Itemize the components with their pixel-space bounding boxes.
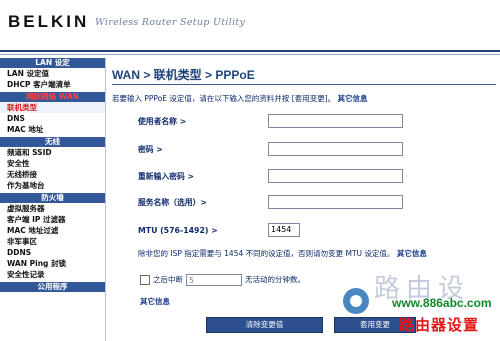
sidebar-item-lan-settings[interactable]: LAN 设定值 [0, 68, 105, 79]
idle-minutes-input[interactable]: 5 [186, 273, 242, 286]
mtu-note-text: 除非您的 ISP 指定需要与 1454 不同的设定值，否则请勿变更 MTU 设定… [138, 249, 395, 258]
sidebar-item-dhcp-client-list[interactable]: DHCP 客户端清单 [0, 79, 105, 90]
sidebar-section-firewall: 防火墙 [0, 193, 105, 203]
header-divider [0, 50, 500, 52]
sidebar-item-virtual-servers[interactable]: 虚拟服务器 [0, 203, 105, 214]
service-name-input[interactable] [268, 195, 403, 209]
username-input[interactable] [268, 114, 403, 128]
sidebar-item-access-point[interactable]: 作为基地台 [0, 180, 105, 191]
idle-minutes-suffix: 无活动的分钟数。 [245, 275, 305, 284]
more-info-link-bottom[interactable]: 其它信息 [140, 296, 170, 307]
mtu-label: MTU (576-1492) > [138, 226, 218, 235]
belkin-logo: BELKIN [8, 12, 90, 31]
watermark-logo-icon [343, 288, 369, 314]
sidebar-item-dmz[interactable]: 非军事区 [0, 236, 105, 247]
mtu-input[interactable]: 1454 [268, 223, 300, 237]
sidebar-item-wireless-security[interactable]: 安全性 [0, 158, 105, 169]
intro-message: 若要输入 PPPoE 设定值，请在以下输入您的资料并按 [套用变更]。 [112, 94, 336, 103]
title-divider [112, 84, 496, 85]
clear-changes-button[interactable]: 清除变更值 [206, 317, 323, 333]
username-label: 使用者名称 > [138, 117, 187, 126]
header-divider-thin [0, 54, 500, 55]
sidebar-item-connection-type[interactable]: 联机类型 [0, 102, 105, 113]
sidebar-item-dns[interactable]: DNS [0, 113, 105, 124]
sidebar-item-channel-ssid[interactable]: 频道和 SSID [0, 147, 105, 158]
more-info-link-intro[interactable]: 其它信息 [338, 94, 368, 103]
sidebar-item-mac-address[interactable]: MAC 地址 [0, 124, 105, 135]
watermark-url: www.886abc.com [392, 296, 492, 310]
service-name-label: 服务名称（选用）> [138, 198, 207, 207]
sidebar-section-wan: 网际网络 WAN [0, 92, 105, 102]
sidebar-nav: LAN 设定 LAN 设定值 DHCP 客户端清单 网际网络 WAN 联机类型 … [0, 58, 106, 341]
password-label: 密码 > [138, 145, 163, 154]
retype-password-input[interactable] [268, 169, 403, 183]
disconnect-row: 之后中断 5 无活动的分钟数。 [140, 269, 305, 286]
header-tagline: Wireless Router Setup Utility [95, 17, 246, 28]
disconnect-label: 之后中断 [153, 275, 183, 284]
mtu-note: 除非您的 ISP 指定需要与 1454 不同的设定值，否则请勿变更 MTU 设定… [138, 248, 427, 259]
sidebar-section-lan: LAN 设定 [0, 58, 105, 68]
page-title: WAN > 联机类型 > PPPoE [112, 68, 255, 82]
watermark-site-name: 路由器设置 [399, 316, 480, 334]
more-info-link-mtu[interactable]: 其它信息 [397, 249, 427, 258]
sidebar-item-client-ip-filters[interactable]: 客户端 IP 过滤器 [0, 214, 105, 225]
password-input[interactable] [268, 142, 403, 156]
sidebar-item-security-log[interactable]: 安全性记录 [0, 269, 105, 280]
retype-password-label: 重新输入密码 > [138, 172, 195, 181]
sidebar-section-wireless: 无线 [0, 137, 105, 147]
intro-text: 若要输入 PPPoE 设定值，请在以下输入您的资料并按 [套用变更]。 其它信息 [112, 93, 368, 104]
disconnect-checkbox[interactable] [140, 274, 150, 285]
sidebar-section-utilities: 公用程序 [0, 282, 105, 292]
sidebar-item-wan-ping-blocking[interactable]: WAN Ping 封锁 [0, 258, 105, 269]
sidebar-item-wireless-bridge[interactable]: 无线桥接 [0, 169, 105, 180]
sidebar-item-ddns[interactable]: DDNS [0, 247, 105, 258]
header: BELKIN Wireless Router Setup Utility [0, 0, 500, 57]
sidebar-item-mac-filtering[interactable]: MAC 地址过滤 [0, 225, 105, 236]
